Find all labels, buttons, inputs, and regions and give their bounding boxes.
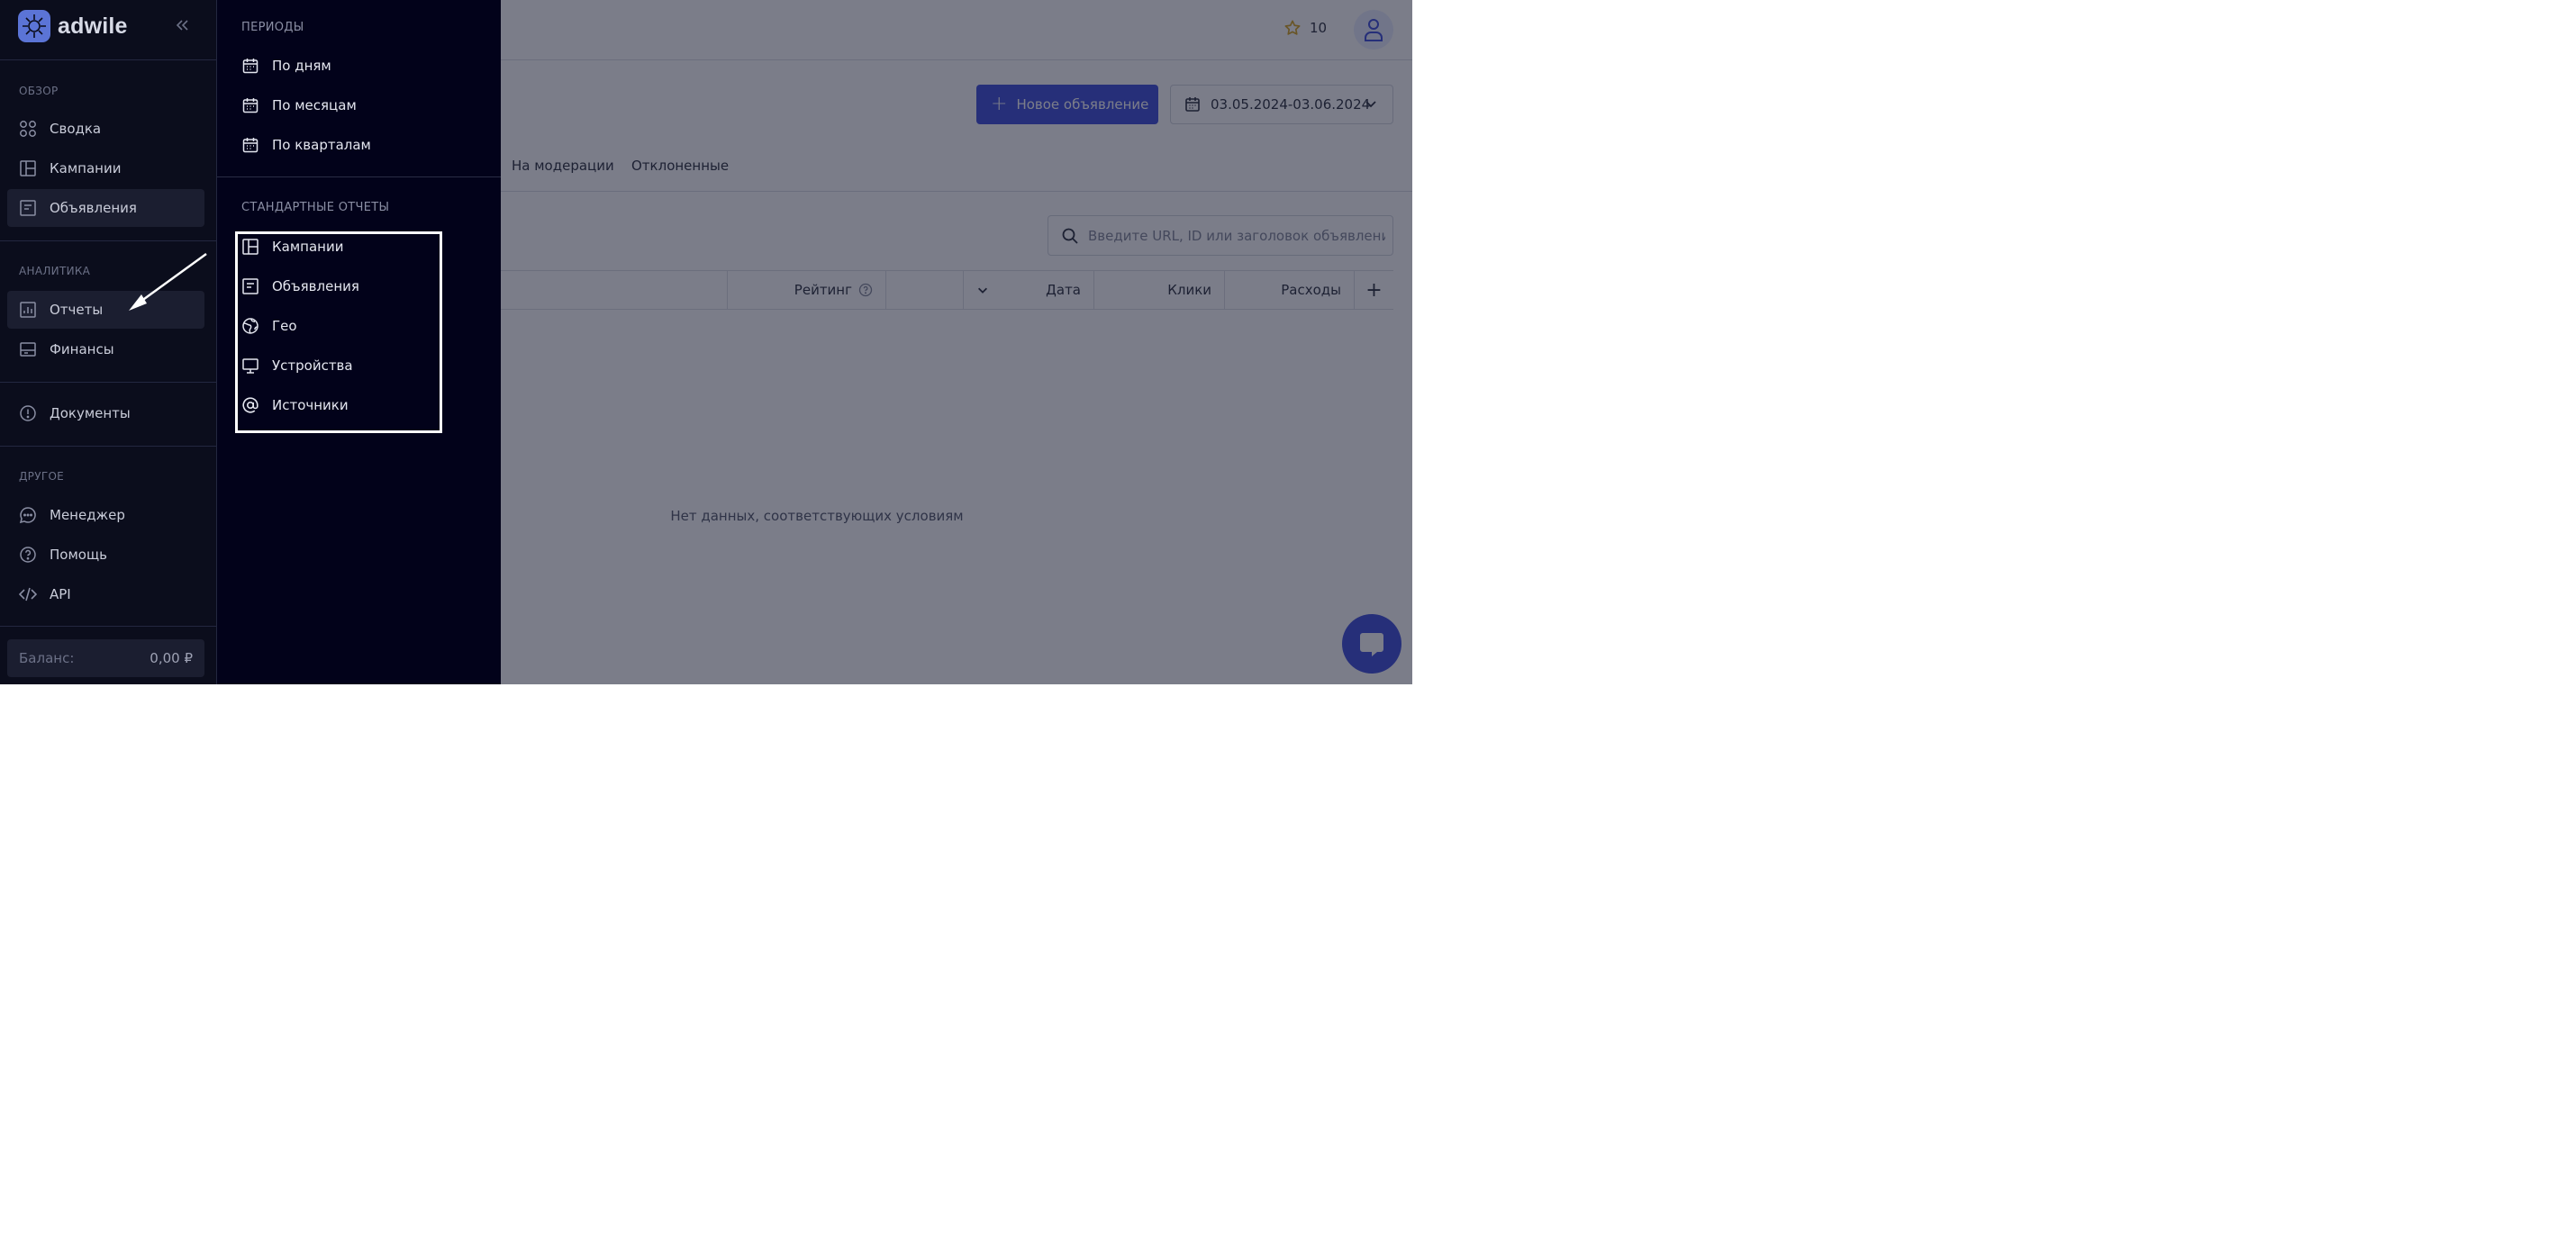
column-date[interactable]: Дата (963, 271, 1093, 309)
monitor-icon (242, 358, 259, 374)
sidebar-item-help[interactable]: Помощь (7, 536, 204, 574)
sidebar-item-label: Отчеты (50, 302, 104, 318)
sidebar-item-label: Финансы (50, 341, 114, 357)
search-icon (1062, 228, 1078, 244)
column-rating[interactable]: Рейтинг (727, 271, 885, 309)
code-icon (19, 587, 37, 601)
sidebar: adwile ОБЗОР Сводка Кампании Объявления … (0, 0, 217, 684)
calendar-icon (242, 138, 259, 153)
calendar-icon (242, 98, 259, 113)
at-sign-icon (242, 397, 259, 413)
menu-item-label: По месяцам (272, 97, 357, 113)
balance-label: Баланс: (19, 650, 75, 666)
rating-count: 10 (1310, 20, 1328, 36)
avatar[interactable] (1354, 10, 1393, 50)
menu-item-by-quarter[interactable]: По кварталам (241, 136, 371, 154)
sidebar-item-documents[interactable]: Документы (7, 394, 204, 432)
sidebar-item-campaigns[interactable]: Кампании (7, 149, 204, 187)
menu-item-label: Объявления (272, 278, 359, 294)
document-icon (20, 200, 36, 216)
sidebar-item-manager[interactable]: Менеджер (7, 496, 204, 534)
sidebar-item-label: Документы (50, 405, 131, 421)
menu-item-label: Источники (272, 397, 349, 413)
alert-circle-icon (20, 405, 36, 421)
reports-flyout-menu: ПЕРИОДЫ По дням По месяцам По кварталам … (217, 0, 501, 684)
plus-icon: + (1365, 278, 1383, 302)
menu-item-label: Гео (272, 318, 297, 334)
add-column-button[interactable]: + (1354, 271, 1393, 309)
grid-icon (20, 121, 36, 137)
calendar-icon (242, 59, 259, 74)
sidebar-item-label: Помощь (50, 547, 107, 563)
new-ad-label: Новое объявление (1016, 96, 1149, 113)
sidebar-item-label: Сводка (50, 121, 102, 137)
sidebar-item-summary[interactable]: Сводка (7, 110, 204, 148)
layout-icon (20, 160, 36, 176)
bar-chart-icon (20, 302, 36, 318)
menu-item-report-ads[interactable]: Объявления (241, 277, 359, 295)
document-icon (242, 278, 259, 294)
menu-item-label: По дням (272, 58, 331, 74)
chat-bubble-icon (19, 507, 36, 524)
logo-text: adwile (58, 13, 128, 39)
sidebar-item-label: Кампании (50, 160, 122, 176)
menu-item-report-campaigns[interactable]: Кампании (241, 238, 343, 256)
chevron-down-icon (1365, 101, 1376, 108)
layout-icon (242, 239, 259, 255)
chat-icon (1360, 633, 1383, 656)
arrow-annotation (129, 252, 207, 311)
chevron-down-icon[interactable] (976, 284, 989, 296)
menu-item-report-devices[interactable]: Устройства (241, 357, 353, 375)
logo-icon (18, 10, 50, 42)
collapse-sidebar-button[interactable] (174, 16, 190, 38)
divider (217, 176, 501, 177)
section-analytics: АНАЛИТИКА (19, 265, 91, 277)
column-blank (885, 271, 963, 309)
wallet-icon (20, 342, 36, 357)
date-range-picker[interactable]: 03.05.2024-03.06.2024 (1170, 85, 1393, 124)
calendar-icon (1185, 97, 1200, 112)
globe-icon (242, 318, 259, 334)
menu-item-report-geo[interactable]: Гео (241, 317, 297, 335)
divider (0, 382, 216, 383)
sidebar-item-label: Объявления (50, 200, 137, 216)
sidebar-item-label: Менеджер (50, 507, 125, 523)
search-box[interactable] (1048, 215, 1393, 256)
plus-icon: + (991, 93, 1008, 115)
sidebar-item-api[interactable]: API (7, 575, 204, 613)
menu-item-by-day[interactable]: По дням (241, 57, 331, 75)
sidebar-item-ads[interactable]: Объявления (7, 189, 204, 227)
section-standard-reports: СТАНДАРТНЫЕ ОТЧЕТЫ (241, 201, 390, 214)
chat-button[interactable] (1342, 614, 1401, 674)
section-periods: ПЕРИОДЫ (241, 21, 304, 34)
star-icon (1283, 19, 1302, 37)
sidebar-item-finance[interactable]: Финансы (7, 330, 204, 368)
column-clicks[interactable]: Клики (1093, 271, 1224, 309)
column-spend[interactable]: Расходы (1224, 271, 1354, 309)
menu-item-label: Устройства (272, 357, 353, 374)
help-icon (20, 547, 36, 563)
help-icon[interactable] (858, 283, 873, 297)
logo[interactable]: adwile (18, 10, 128, 42)
user-icon (1365, 19, 1383, 41)
section-other: ДРУГОЕ (19, 470, 65, 483)
tab-moderation[interactable]: На модерации (512, 158, 614, 174)
tab-rejected[interactable]: Отклоненные (631, 158, 729, 174)
divider (0, 59, 216, 60)
new-ad-button[interactable]: + Новое объявление (976, 85, 1158, 124)
balance-widget[interactable]: Баланс: 0,00 ₽ (7, 639, 204, 677)
section-overview: ОБЗОР (19, 85, 59, 97)
search-input[interactable] (1088, 227, 1385, 244)
menu-item-label: По кварталам (272, 137, 371, 153)
divider (0, 626, 216, 627)
double-chevron-left-icon (176, 20, 188, 31)
menu-item-by-month[interactable]: По месяцам (241, 96, 357, 114)
sidebar-item-label: API (50, 586, 71, 602)
menu-item-label: Кампании (272, 239, 344, 255)
balance-value: 0,00 ₽ (150, 650, 193, 666)
date-range-value: 03.05.2024-03.06.2024 (1211, 96, 1371, 113)
divider (0, 446, 216, 447)
divider (0, 240, 216, 241)
menu-item-report-sources[interactable]: Источники (241, 396, 349, 414)
